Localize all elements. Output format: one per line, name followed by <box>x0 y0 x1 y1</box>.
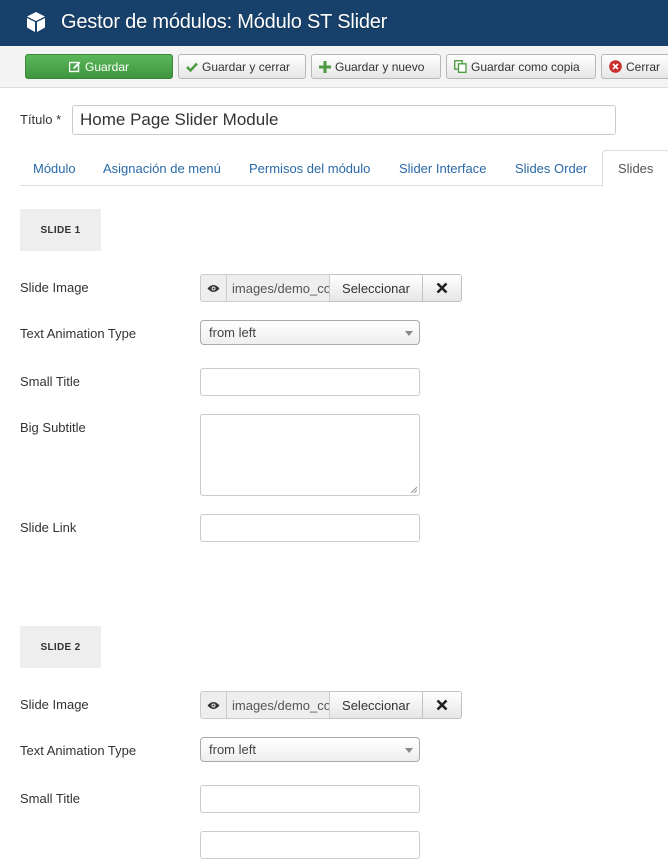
eye-icon <box>207 284 220 292</box>
slide-1-image-field: images/demo_content/slide1.jpg Seleccion… <box>200 274 462 302</box>
slide-2-small-title-input[interactable] <box>200 785 420 813</box>
slide-2-next-field[interactable] <box>200 831 420 859</box>
close-label: Cerrar <box>626 59 661 74</box>
save-close-button[interactable]: Guardar y cerrar <box>178 54 306 79</box>
tab-slides[interactable]: Slides <box>602 150 668 187</box>
close-button[interactable]: Cerrar <box>601 54 668 79</box>
tab-module-permissions[interactable]: Permisos del módulo <box>249 150 370 186</box>
chevron-down-icon <box>405 748 413 753</box>
resize-grip-icon[interactable] <box>410 486 418 494</box>
slide-1-big-subtitle-label: Big Subtitle <box>20 420 86 435</box>
cube-icon <box>27 12 45 32</box>
slide-1-image-label: Slide Image <box>20 280 89 295</box>
check-icon <box>186 62 198 72</box>
save-new-label: Guardar y nuevo <box>335 59 425 74</box>
slide-1-link-label: Slide Link <box>20 520 77 535</box>
save-copy-label: Guardar como copia <box>471 59 580 74</box>
title-label: Título * <box>20 112 62 127</box>
page-title: Gestor de módulos: Módulo ST Slider <box>61 11 388 33</box>
save-copy-button[interactable]: Guardar como copia <box>446 54 596 79</box>
copy-icon <box>454 60 467 73</box>
slide-2-animation-label: Text Animation Type <box>20 743 137 758</box>
slide-2-select-button[interactable]: Seleccionar <box>330 691 423 719</box>
tab-slides-order[interactable]: Slides Order <box>515 150 587 186</box>
toolbar: Guardar Guardar y cerrar Guardar y nuevo… <box>0 46 668 88</box>
slide-2-image-field: images/demo_content/slide2.jpg Seleccion… <box>200 691 462 719</box>
slide-2-animation-select[interactable]: from left <box>200 737 420 762</box>
slide-2-small-title-label: Small Title <box>20 791 80 806</box>
slide-1-big-subtitle-textarea[interactable] <box>200 414 420 496</box>
slide-1-animation-value: from left <box>209 325 256 340</box>
plus-icon <box>319 60 331 73</box>
clear-icon <box>436 282 448 294</box>
slide-2-animation-value: from left <box>209 742 256 757</box>
save-close-label: Guardar y cerrar <box>202 59 291 74</box>
preview-button[interactable] <box>200 691 227 719</box>
slide-2-image-label: Slide Image <box>20 697 89 712</box>
slide-1-select-button[interactable]: Seleccionar <box>330 274 423 302</box>
slide-1-small-title-input[interactable] <box>200 368 420 396</box>
clear-icon <box>436 699 448 711</box>
edit-icon <box>68 61 81 72</box>
tab-menu-assignment[interactable]: Asignación de menú <box>103 150 221 186</box>
chevron-down-icon <box>405 331 413 336</box>
save-new-button[interactable]: Guardar y nuevo <box>311 54 441 79</box>
slide-1-link-input[interactable] <box>200 514 420 542</box>
slide-2-clear-button[interactable] <box>423 691 462 719</box>
tab-module[interactable]: Módulo <box>33 150 76 186</box>
slide-1-header: SLIDE 1 <box>20 209 101 251</box>
app-header: Gestor de módulos: Módulo ST Slider <box>0 0 668 46</box>
save-button-label: Guardar <box>84 59 130 74</box>
save-button[interactable]: Guardar <box>25 54 173 79</box>
slide-2-header: SLIDE 2 <box>20 626 101 668</box>
preview-button[interactable] <box>200 274 227 302</box>
title-input[interactable] <box>72 105 616 135</box>
slide-1-image-path: images/demo_content/slide1.jpg <box>227 274 330 302</box>
close-circle-icon <box>609 60 622 73</box>
slide-1-animation-label: Text Animation Type <box>20 326 137 341</box>
eye-icon <box>207 701 220 709</box>
tab-bar: Módulo Asignación de menú Permisos del m… <box>20 150 668 187</box>
tab-slider-interface[interactable]: Slider Interface <box>399 150 486 186</box>
slide-1-small-title-label: Small Title <box>20 374 80 389</box>
slide-1-clear-button[interactable] <box>423 274 462 302</box>
slide-2-image-path: images/demo_content/slide2.jpg <box>227 691 330 719</box>
slide-1-animation-select[interactable]: from left <box>200 320 420 345</box>
